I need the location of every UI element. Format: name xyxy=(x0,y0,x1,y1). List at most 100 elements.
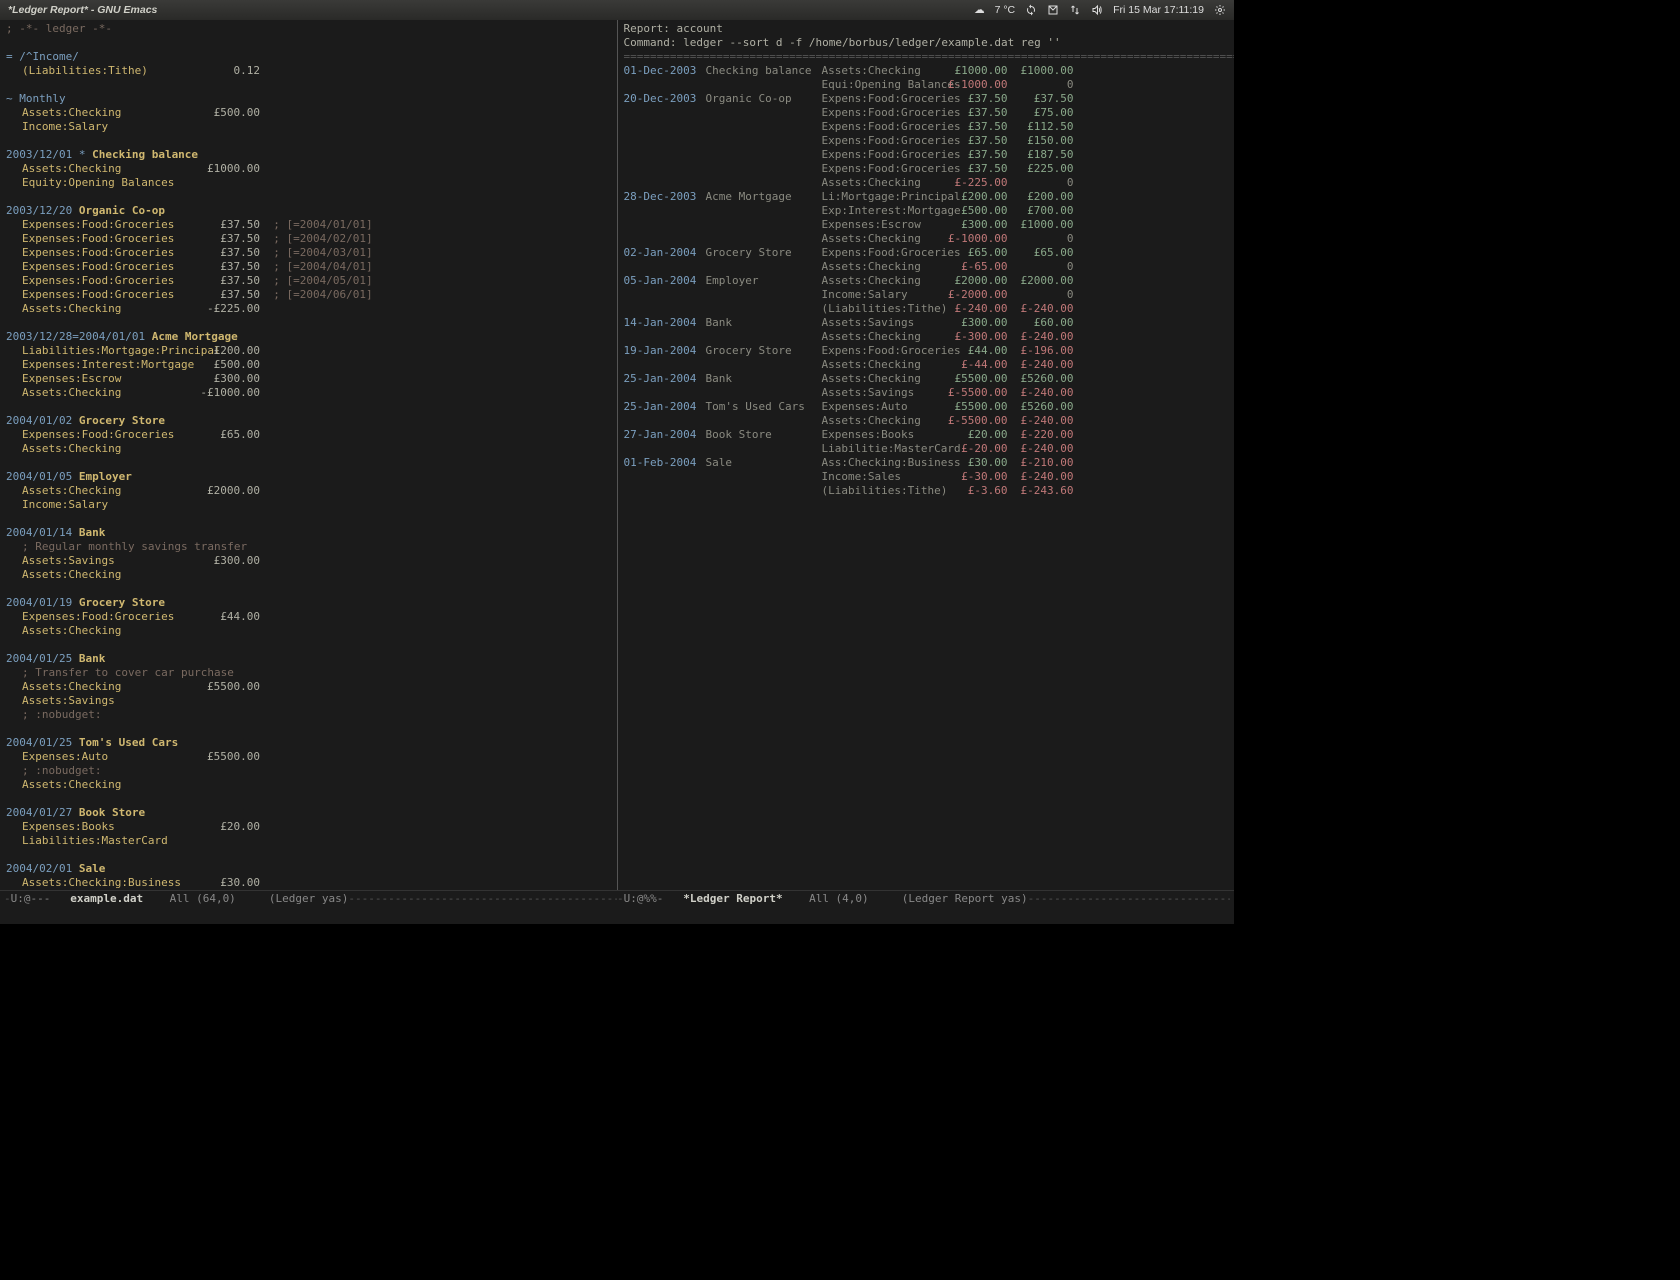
report-row: Equi:Opening Balances£-1000.000 xyxy=(624,78,1229,92)
report-desc: Grocery Store xyxy=(706,344,822,358)
report-amount: £300.00 xyxy=(942,218,1008,232)
ledger-amount: £37.50 xyxy=(198,246,260,260)
report-account: Income:Sales xyxy=(822,470,942,484)
report-row: Income:Salary£-2000.000 xyxy=(624,288,1229,302)
ledger-amount: £20.00 xyxy=(198,820,260,834)
window-titlebar: *Ledger Report* - GNU Emacs ☁ 7 °C Fri 1… xyxy=(0,0,1234,20)
ledger-account: Expenses:Food:Groceries xyxy=(22,288,198,302)
report-account: Income:Salary xyxy=(822,288,942,302)
ledger-amount: £37.50 xyxy=(198,260,260,274)
report-date: 28-Dec-2003 xyxy=(624,190,706,204)
ledger-amount: £37.50 xyxy=(198,232,260,246)
ledger-amount: £200.00 xyxy=(198,344,260,358)
report-total: £225.00 xyxy=(1008,162,1074,176)
report-amount: £-2000.00 xyxy=(942,288,1008,302)
report-amount: £-44.00 xyxy=(942,358,1008,372)
report-row: Assets:Checking£-300.00£-240.00 xyxy=(624,330,1229,344)
ledger-amount: -£1000.00 xyxy=(198,386,260,400)
report-amount: £-1000.00 xyxy=(942,78,1008,92)
refresh-icon[interactable] xyxy=(1025,4,1037,16)
volume-icon[interactable] xyxy=(1091,4,1103,16)
report-amount: £500.00 xyxy=(942,204,1008,218)
report-account: Expens:Food:Groceries xyxy=(822,162,942,176)
buffer-example-dat[interactable]: ; -*- ledger -*- = /^Income/(Liabilities… xyxy=(0,20,617,890)
ledger-amount: £37.50 xyxy=(198,274,260,288)
buffer-ledger-report[interactable]: Report: accountCommand: ledger --sort d … xyxy=(617,20,1235,890)
report-account: Equi:Opening Balances xyxy=(822,78,942,92)
ledger-amount: £37.50 xyxy=(198,288,260,302)
report-amount: £65.00 xyxy=(942,246,1008,260)
txn-header: 2004/01/05 Employer xyxy=(6,470,611,484)
modeline: -U:@--- example.dat All (64,0) (Ledger y… xyxy=(0,890,1234,906)
mail-icon[interactable] xyxy=(1047,4,1059,16)
report-row: 25-Jan-2004BankAssets:Checking£5500.00£5… xyxy=(624,372,1229,386)
report-desc: Bank xyxy=(706,372,822,386)
report-account: Expens:Food:Groceries xyxy=(822,148,942,162)
network-icon[interactable] xyxy=(1069,4,1081,16)
report-amount: £37.50 xyxy=(942,106,1008,120)
report-amount: £-65.00 xyxy=(942,260,1008,274)
report-total: £65.00 xyxy=(1008,246,1074,260)
report-desc: Sale xyxy=(706,456,822,470)
settings-icon[interactable] xyxy=(1214,4,1226,16)
weather-text: 7 °C xyxy=(995,4,1016,16)
report-date: 25-Jan-2004 xyxy=(624,400,706,414)
ledger-account: Expenses:Food:Groceries xyxy=(22,246,198,260)
report-total: £-240.00 xyxy=(1008,386,1074,400)
report-account: Assets:Checking xyxy=(822,414,942,428)
ledger-account: Assets:Checking xyxy=(22,162,198,176)
ledger-amount: £65.00 xyxy=(198,428,260,442)
posting-note: ; [=2004/02/01] xyxy=(273,232,372,245)
report-total: £200.00 xyxy=(1008,190,1074,204)
minibuffer[interactable] xyxy=(0,906,1234,924)
report-date: 19-Jan-2004 xyxy=(624,344,706,358)
ledger-account: Assets:Savings xyxy=(22,694,198,708)
report-separator: ========================================… xyxy=(624,50,1229,64)
ledger-account: Assets:Checking:Business xyxy=(22,876,198,890)
report-amount: £-300.00 xyxy=(942,330,1008,344)
ledger-amount: £37.50 xyxy=(198,218,260,232)
ledger-account: Assets:Checking xyxy=(22,484,198,498)
posting-note: ; [=2004/06/01] xyxy=(273,288,372,301)
ledger-account: Assets:Checking xyxy=(22,568,198,582)
report-total: 0 xyxy=(1008,78,1074,92)
report-amount: £30.00 xyxy=(942,456,1008,470)
ledger-amount: £44.00 xyxy=(198,610,260,624)
ledger-amount: £30.00 xyxy=(198,876,260,890)
report-row: 02-Jan-2004Grocery StoreExpens:Food:Groc… xyxy=(624,246,1229,260)
ledger-amount: £300.00 xyxy=(198,372,260,386)
system-tray: ☁ 7 °C Fri 15 Mar 17:11:19 xyxy=(974,4,1226,16)
txn-header: 2004/01/25 Bank xyxy=(6,652,611,666)
ledger-amount: £300.00 xyxy=(198,554,260,568)
report-account: Assets:Checking xyxy=(822,64,942,78)
report-total: £-220.00 xyxy=(1008,428,1074,442)
report-total: 0 xyxy=(1008,232,1074,246)
report-row: Expens:Food:Groceries£37.50£150.00 xyxy=(624,134,1229,148)
report-account: Expenses:Books xyxy=(822,428,942,442)
report-account: Expens:Food:Groceries xyxy=(822,246,942,260)
report-amount: £37.50 xyxy=(942,120,1008,134)
report-date: 01-Feb-2004 xyxy=(624,456,706,470)
report-amount: £200.00 xyxy=(942,190,1008,204)
ledger-account: Assets:Checking xyxy=(22,106,198,120)
ledger-account: Income:Salary xyxy=(22,498,198,512)
report-date: 02-Jan-2004 xyxy=(624,246,706,260)
report-total: £-240.00 xyxy=(1008,442,1074,456)
posting-note: ; [=2004/04/01] xyxy=(273,260,372,273)
ledger-amount: £5500.00 xyxy=(198,680,260,694)
report-row: Expenses:Escrow£300.00£1000.00 xyxy=(624,218,1229,232)
modeline-left-buffer: example.dat xyxy=(70,892,143,905)
report-total: £-240.00 xyxy=(1008,414,1074,428)
txn-header: 2004/01/19 Grocery Store xyxy=(6,596,611,610)
report-desc: Checking balance xyxy=(706,64,822,78)
report-row: Exp:Interest:Mortgage£500.00£700.00 xyxy=(624,204,1229,218)
report-total: £1000.00 xyxy=(1008,218,1074,232)
report-account: Assets:Checking xyxy=(822,232,942,246)
report-account: Assets:Savings xyxy=(822,386,942,400)
report-desc: Book Store xyxy=(706,428,822,442)
ledger-account: Expenses:Escrow xyxy=(22,372,198,386)
txn-comment: ; :nobudget: xyxy=(22,764,101,777)
report-account: Assets:Checking xyxy=(822,176,942,190)
ledger-account: Expenses:Books xyxy=(22,820,198,834)
report-amount: £5500.00 xyxy=(942,372,1008,386)
